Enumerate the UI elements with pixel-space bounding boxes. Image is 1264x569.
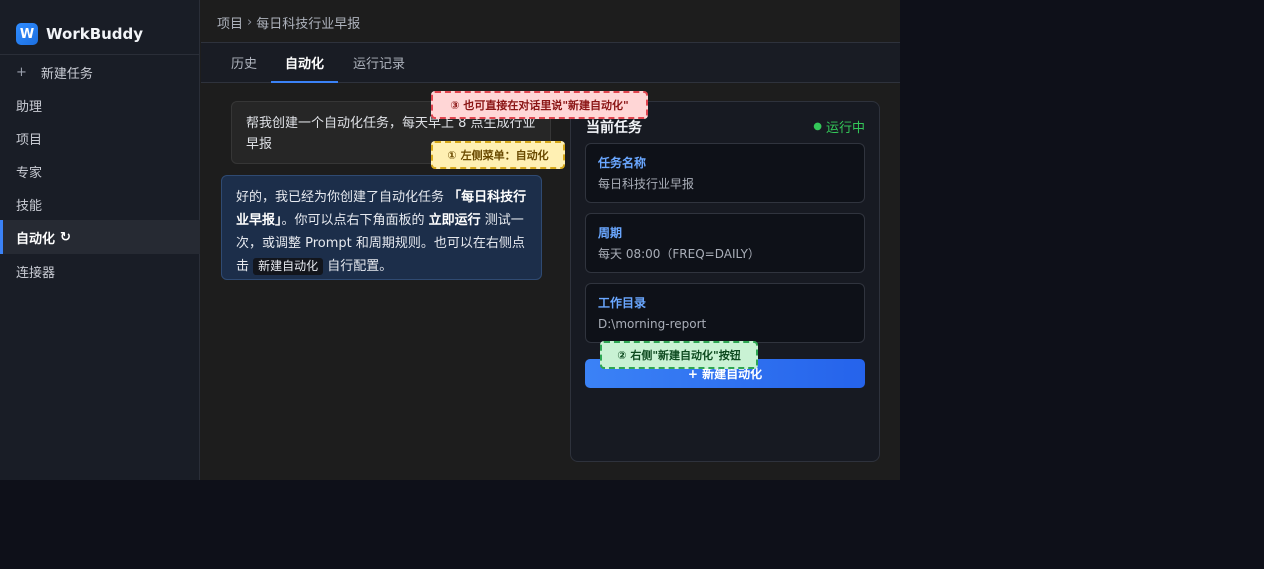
- schedule-card: 周期 每天 08:00（FREQ=DAILY）: [585, 213, 865, 273]
- app-name: WorkBuddy: [46, 25, 144, 43]
- current-task-panel: 当前任务 ● 运行中 任务名称 每日科技行业早报 周期 每天 08:00（FRE…: [570, 101, 880, 462]
- sidebar-item-assistant[interactable]: 助理: [0, 88, 200, 122]
- assistant-text: 。你可以点右下角面板的: [281, 213, 429, 228]
- sidebar-item-label: 自动化: [16, 231, 56, 247]
- annotation-chat-shortcut: ③ 也可直接在对话里说"新建自动化": [431, 91, 648, 119]
- task-name-card: 任务名称 每日科技行业早报: [585, 143, 865, 203]
- run-now-highlight: 立即运行: [428, 213, 481, 228]
- sidebar-item-connectors[interactable]: 连接器: [0, 254, 200, 288]
- breadcrumb-separator-icon: ›: [247, 14, 253, 30]
- breadcrumb-parent[interactable]: 项目: [217, 13, 243, 32]
- assistant-text: 好的，我已经为你创建了自动化任务: [236, 190, 449, 205]
- status-dot-icon: ●: [813, 121, 822, 132]
- new-task-label: 新建任务: [40, 66, 93, 82]
- card-label: 周期: [598, 226, 623, 240]
- assistant-message: 好的，我已经为你创建了自动化任务 「每日科技行业早报」。你可以点右下角面板的 立…: [221, 175, 542, 280]
- sidebar-item-skills[interactable]: 技能: [0, 187, 200, 221]
- status-text: 运行中: [825, 121, 865, 136]
- working-directory-card: 工作目录 D:\morning-report: [585, 283, 865, 343]
- sidebar-item-label: 技能: [16, 198, 43, 214]
- sidebar-item-label: 项目: [16, 132, 43, 148]
- sidebar: W WorkBuddy + 新建任务 助理 项目 专家 技能 自动化 ↻ 连接器: [0, 0, 200, 480]
- plus-icon: +: [16, 64, 27, 80]
- assistant-text: 自行配置。: [323, 259, 393, 274]
- brand: W WorkBuddy: [16, 22, 143, 46]
- status-badge: ● 运行中: [813, 117, 865, 136]
- sidebar-item-label: 专家: [16, 165, 43, 181]
- panel-title: 当前任务: [586, 120, 642, 136]
- card-value: D:\morning-report: [598, 317, 707, 331]
- new-automation-chip: 新建自动化: [253, 258, 324, 275]
- tab-run-records[interactable]: 运行记录: [342, 43, 416, 82]
- sidebar-item-label: 助理: [16, 99, 43, 115]
- card-label: 任务名称: [598, 156, 647, 170]
- card-value: 每日科技行业早报: [598, 177, 695, 191]
- tab-history[interactable]: 历史: [217, 43, 271, 82]
- breadcrumb: 项目 › 每日科技行业早报: [217, 12, 360, 32]
- sidebar-item-experts[interactable]: 专家: [0, 154, 200, 188]
- card-value: 每天 08:00（FREQ=DAILY）: [598, 247, 760, 261]
- breadcrumb-current: 每日科技行业早报: [256, 16, 361, 32]
- app-logo-icon: W: [16, 23, 38, 45]
- card-label: 工作目录: [598, 296, 647, 310]
- tab-bar: 历史 自动化 运行记录: [201, 43, 900, 83]
- sidebar-item-label: 连接器: [16, 265, 56, 281]
- new-task-button[interactable]: + 新建任务: [0, 55, 200, 89]
- tab-automation[interactable]: 自动化: [271, 43, 338, 83]
- refresh-icon: ↻: [60, 229, 71, 245]
- app-window: W WorkBuddy + 新建任务 助理 项目 专家 技能 自动化 ↻ 连接器…: [0, 0, 900, 480]
- sidebar-item-automation[interactable]: 自动化 ↻: [0, 220, 200, 254]
- sidebar-item-projects[interactable]: 项目: [0, 121, 200, 155]
- annotation-new-button: ② 右侧"新建自动化"按钮: [600, 341, 758, 369]
- annotation-sidebar-menu: ① 左侧菜单：自动化: [431, 141, 565, 169]
